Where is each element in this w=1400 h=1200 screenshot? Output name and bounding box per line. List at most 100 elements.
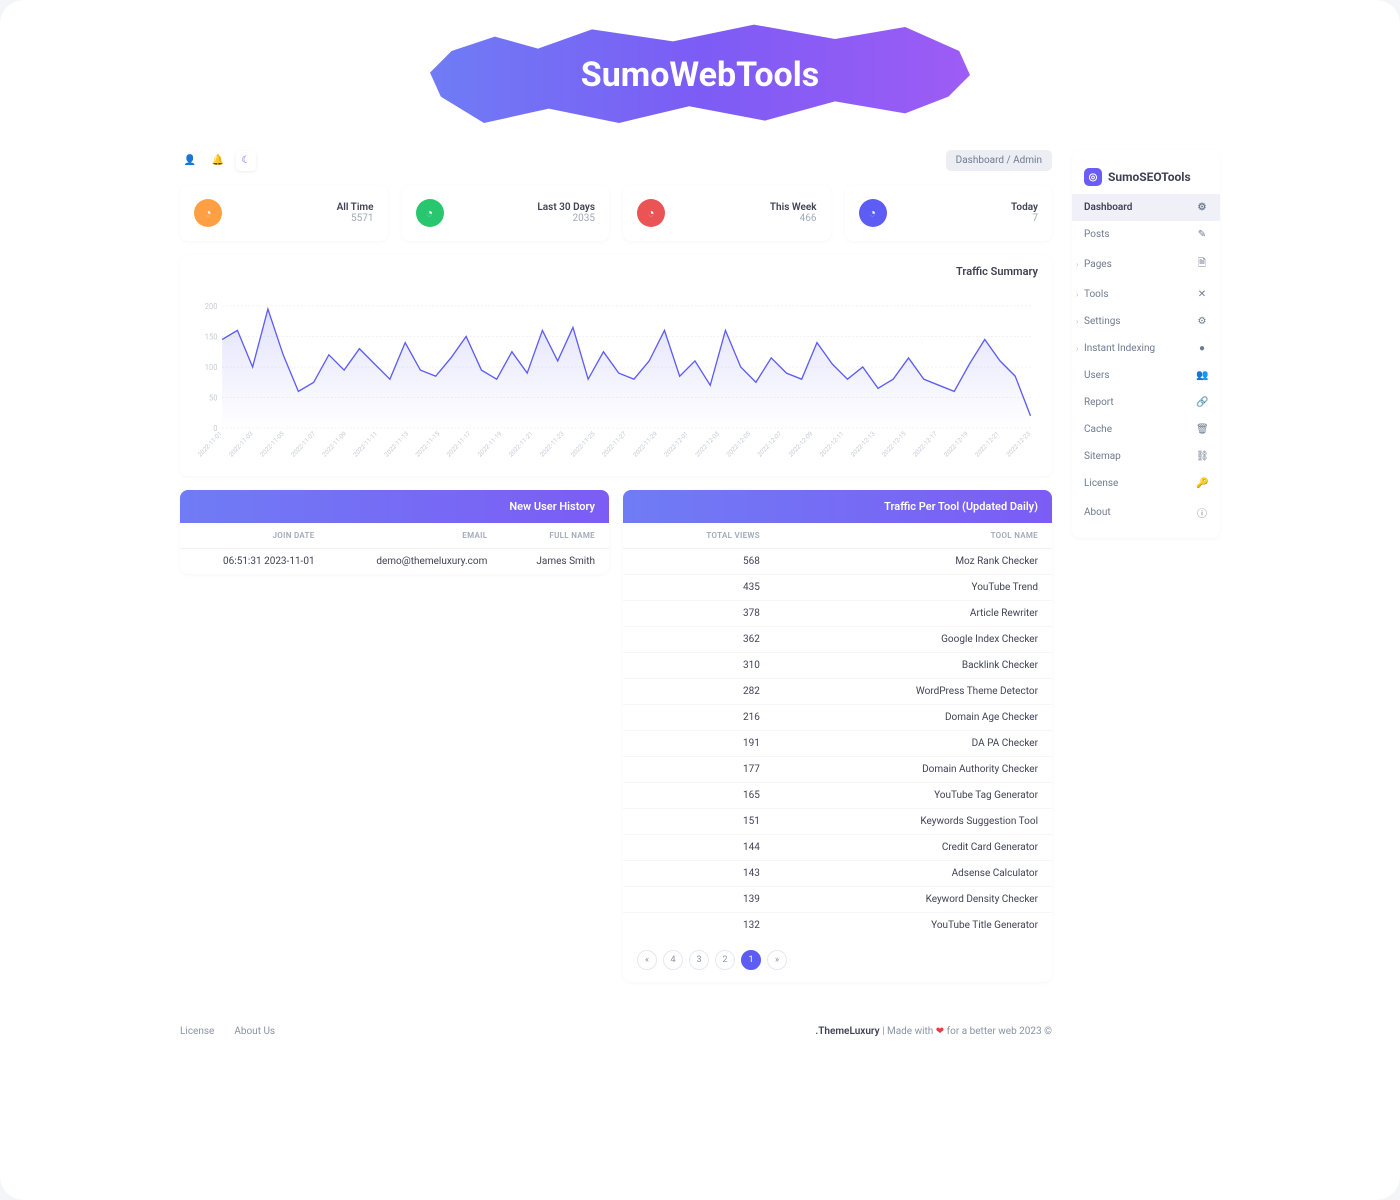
sidebar-item-label: Settings: [1084, 316, 1121, 327]
svg-text:2022-12-11: 2022-12-11: [818, 430, 845, 458]
table-row: 144Credit Card Generator: [623, 835, 1052, 861]
sidebar-item-posts[interactable]: Posts ✎: [1072, 221, 1220, 248]
svg-text:2022-12-09: 2022-12-09: [787, 429, 815, 458]
traffic-chart: 0501001502002022-11-012022-11-032022-11-…: [194, 298, 1038, 458]
stat-label: All Time: [337, 202, 374, 213]
svg-text:2022-11-23: 2022-11-23: [538, 429, 566, 458]
table-row: 143Adsense Calculator: [623, 861, 1052, 887]
footer-link-about-us[interactable]: About Us: [234, 1026, 275, 1037]
sidebar-item-license[interactable]: License 🔑: [1072, 470, 1220, 497]
svg-text:200: 200: [205, 302, 218, 311]
sidebar-item-label: Instant Indexing: [1084, 343, 1155, 354]
svg-text:2022-12-15: 2022-12-15: [880, 429, 908, 458]
stat-label: Last 30 Days: [537, 202, 595, 213]
pagination-page-2[interactable]: 2: [715, 950, 735, 970]
table-header: TOTAL VIEWS: [623, 523, 774, 549]
sidebar-brand[interactable]: ◎ SumoSEOTools: [1072, 160, 1220, 194]
sidebar-item-about[interactable]: About ⓘ: [1072, 497, 1220, 528]
dashboard-icon: ⚙: [1196, 202, 1208, 213]
cache-icon: 🗑: [1196, 424, 1208, 435]
svg-text:150: 150: [205, 332, 218, 341]
table-row: 177Domain Authority Checker: [623, 757, 1052, 783]
sidebar-item-cache[interactable]: Cache 🗑: [1072, 416, 1220, 443]
breadcrumb: Dashboard / Admin: [946, 150, 1052, 171]
svg-text:2022-12-05: 2022-12-05: [725, 429, 753, 458]
sidebar-item-users[interactable]: Users👥: [1072, 362, 1220, 389]
sidebar-item-label: Tools: [1084, 289, 1108, 300]
svg-text:2022-12-13: 2022-12-13: [849, 429, 877, 458]
table-row: 362Google Index Checker: [623, 627, 1052, 653]
stat-icon: ◔: [859, 199, 887, 227]
svg-text:2022-11-27: 2022-11-27: [600, 429, 628, 458]
svg-text:2022-11-17: 2022-11-17: [445, 429, 473, 458]
table-row: 310Backlink Checker: [623, 653, 1052, 679]
sidebar-item-pages[interactable]: ›Pages🗎: [1072, 248, 1220, 281]
report-icon: 🔗: [1196, 397, 1208, 408]
users-icon: 👥: [1196, 370, 1208, 381]
about-icon: ⓘ: [1196, 505, 1208, 520]
sidebar-item-label: License: [1084, 478, 1118, 489]
sitemap-icon: ⛓: [1196, 451, 1208, 462]
traffic-tool-title: Traffic Per Tool (Updated Daily): [623, 490, 1052, 523]
sidebar-item-dashboard[interactable]: Dashboard ⚙: [1072, 194, 1220, 221]
stat-value: 5571: [337, 213, 374, 224]
bell-icon[interactable]: 🔔: [208, 151, 228, 171]
sidebar-item-label: Dashboard: [1084, 202, 1132, 213]
svg-text:2022-11-25: 2022-11-25: [569, 429, 597, 458]
moon-icon[interactable]: ☾: [236, 151, 256, 171]
stat-value: 2035: [537, 213, 595, 224]
traffic-summary-title: Traffic Summary: [180, 255, 1052, 288]
posts-icon: ✎: [1196, 229, 1208, 240]
svg-text:2022-11-21: 2022-11-21: [507, 430, 534, 458]
pagination-page-3[interactable]: 3: [689, 950, 709, 970]
instant-indexing-icon: ●: [1196, 343, 1208, 354]
footer-credit: .ThemeLuxury | Made with ❤ for a better …: [815, 1026, 1052, 1037]
hero-banner: SumoWebTools: [0, 0, 1400, 150]
stat-card-all-time: ◔ All Time5571: [180, 185, 388, 241]
pagination-page-4[interactable]: 4: [663, 950, 683, 970]
chevron-icon: ›: [1076, 344, 1078, 353]
sidebar-item-label: About: [1084, 507, 1111, 518]
chevron-icon: ›: [1076, 260, 1078, 269]
stat-icon: ◔: [637, 199, 665, 227]
stat-label: Today: [1011, 202, 1038, 213]
stat-icon: ◔: [416, 199, 444, 227]
table-row: 151Keywords Suggestion Tool: [623, 809, 1052, 835]
sidebar-item-report[interactable]: Report 🔗: [1072, 389, 1220, 416]
sidebar-item-label: Cache: [1084, 424, 1112, 435]
svg-text:2022-11-01: 2022-11-01: [196, 430, 223, 458]
license-icon: 🔑: [1196, 478, 1208, 489]
pages-icon: 🗎: [1196, 256, 1208, 273]
table-row: 165YouTube Tag Generator: [623, 783, 1052, 809]
sidebar-item-settings[interactable]: ›Settings⚙: [1072, 308, 1220, 335]
svg-text:2022-11-05: 2022-11-05: [258, 429, 286, 458]
svg-text:2022-11-11: 2022-11-11: [352, 430, 379, 458]
user-history-title: New User History: [180, 490, 609, 523]
hero-title: SumoWebTools: [581, 55, 819, 95]
sidebar-item-label: Report: [1084, 397, 1114, 408]
chevron-icon: ›: [1076, 290, 1078, 299]
sidebar-item-sitemap[interactable]: Sitemap⛓: [1072, 443, 1220, 470]
svg-text:2022-11-29: 2022-11-29: [632, 429, 660, 458]
stat-icon: ◔: [194, 199, 222, 227]
sidebar-item-instant-indexing[interactable]: › Instant Indexing ●: [1072, 335, 1220, 362]
pagination-page-1[interactable]: 1: [741, 950, 761, 970]
table-row: 191DA PA Checker: [623, 731, 1052, 757]
svg-text:2022-11-15: 2022-11-15: [414, 429, 442, 458]
svg-text:2022-12-03: 2022-12-03: [694, 429, 722, 458]
svg-text:2022-11-07: 2022-11-07: [290, 429, 318, 458]
user-icon[interactable]: 👤: [180, 151, 200, 171]
pagination-prev[interactable]: «: [637, 950, 657, 970]
table-row: 216Domain Age Checker: [623, 705, 1052, 731]
svg-text:2022-12-17: 2022-12-17: [911, 429, 939, 458]
sidebar-item-tools[interactable]: ›Tools✕: [1072, 281, 1220, 308]
stat-value: 466: [770, 213, 817, 224]
table-row: 435YouTube Trend: [623, 575, 1052, 601]
pagination-next[interactable]: »: [767, 950, 787, 970]
footer-link-license[interactable]: License: [180, 1026, 214, 1037]
svg-text:2022-12-01: 2022-12-01: [663, 430, 690, 458]
table-row: 132YouTube Title Generator: [623, 913, 1052, 939]
sidebar-item-label: Posts: [1084, 229, 1110, 240]
stat-label: This Week: [770, 202, 817, 213]
sidebar-brand-label: SumoSEOTools: [1108, 170, 1191, 184]
